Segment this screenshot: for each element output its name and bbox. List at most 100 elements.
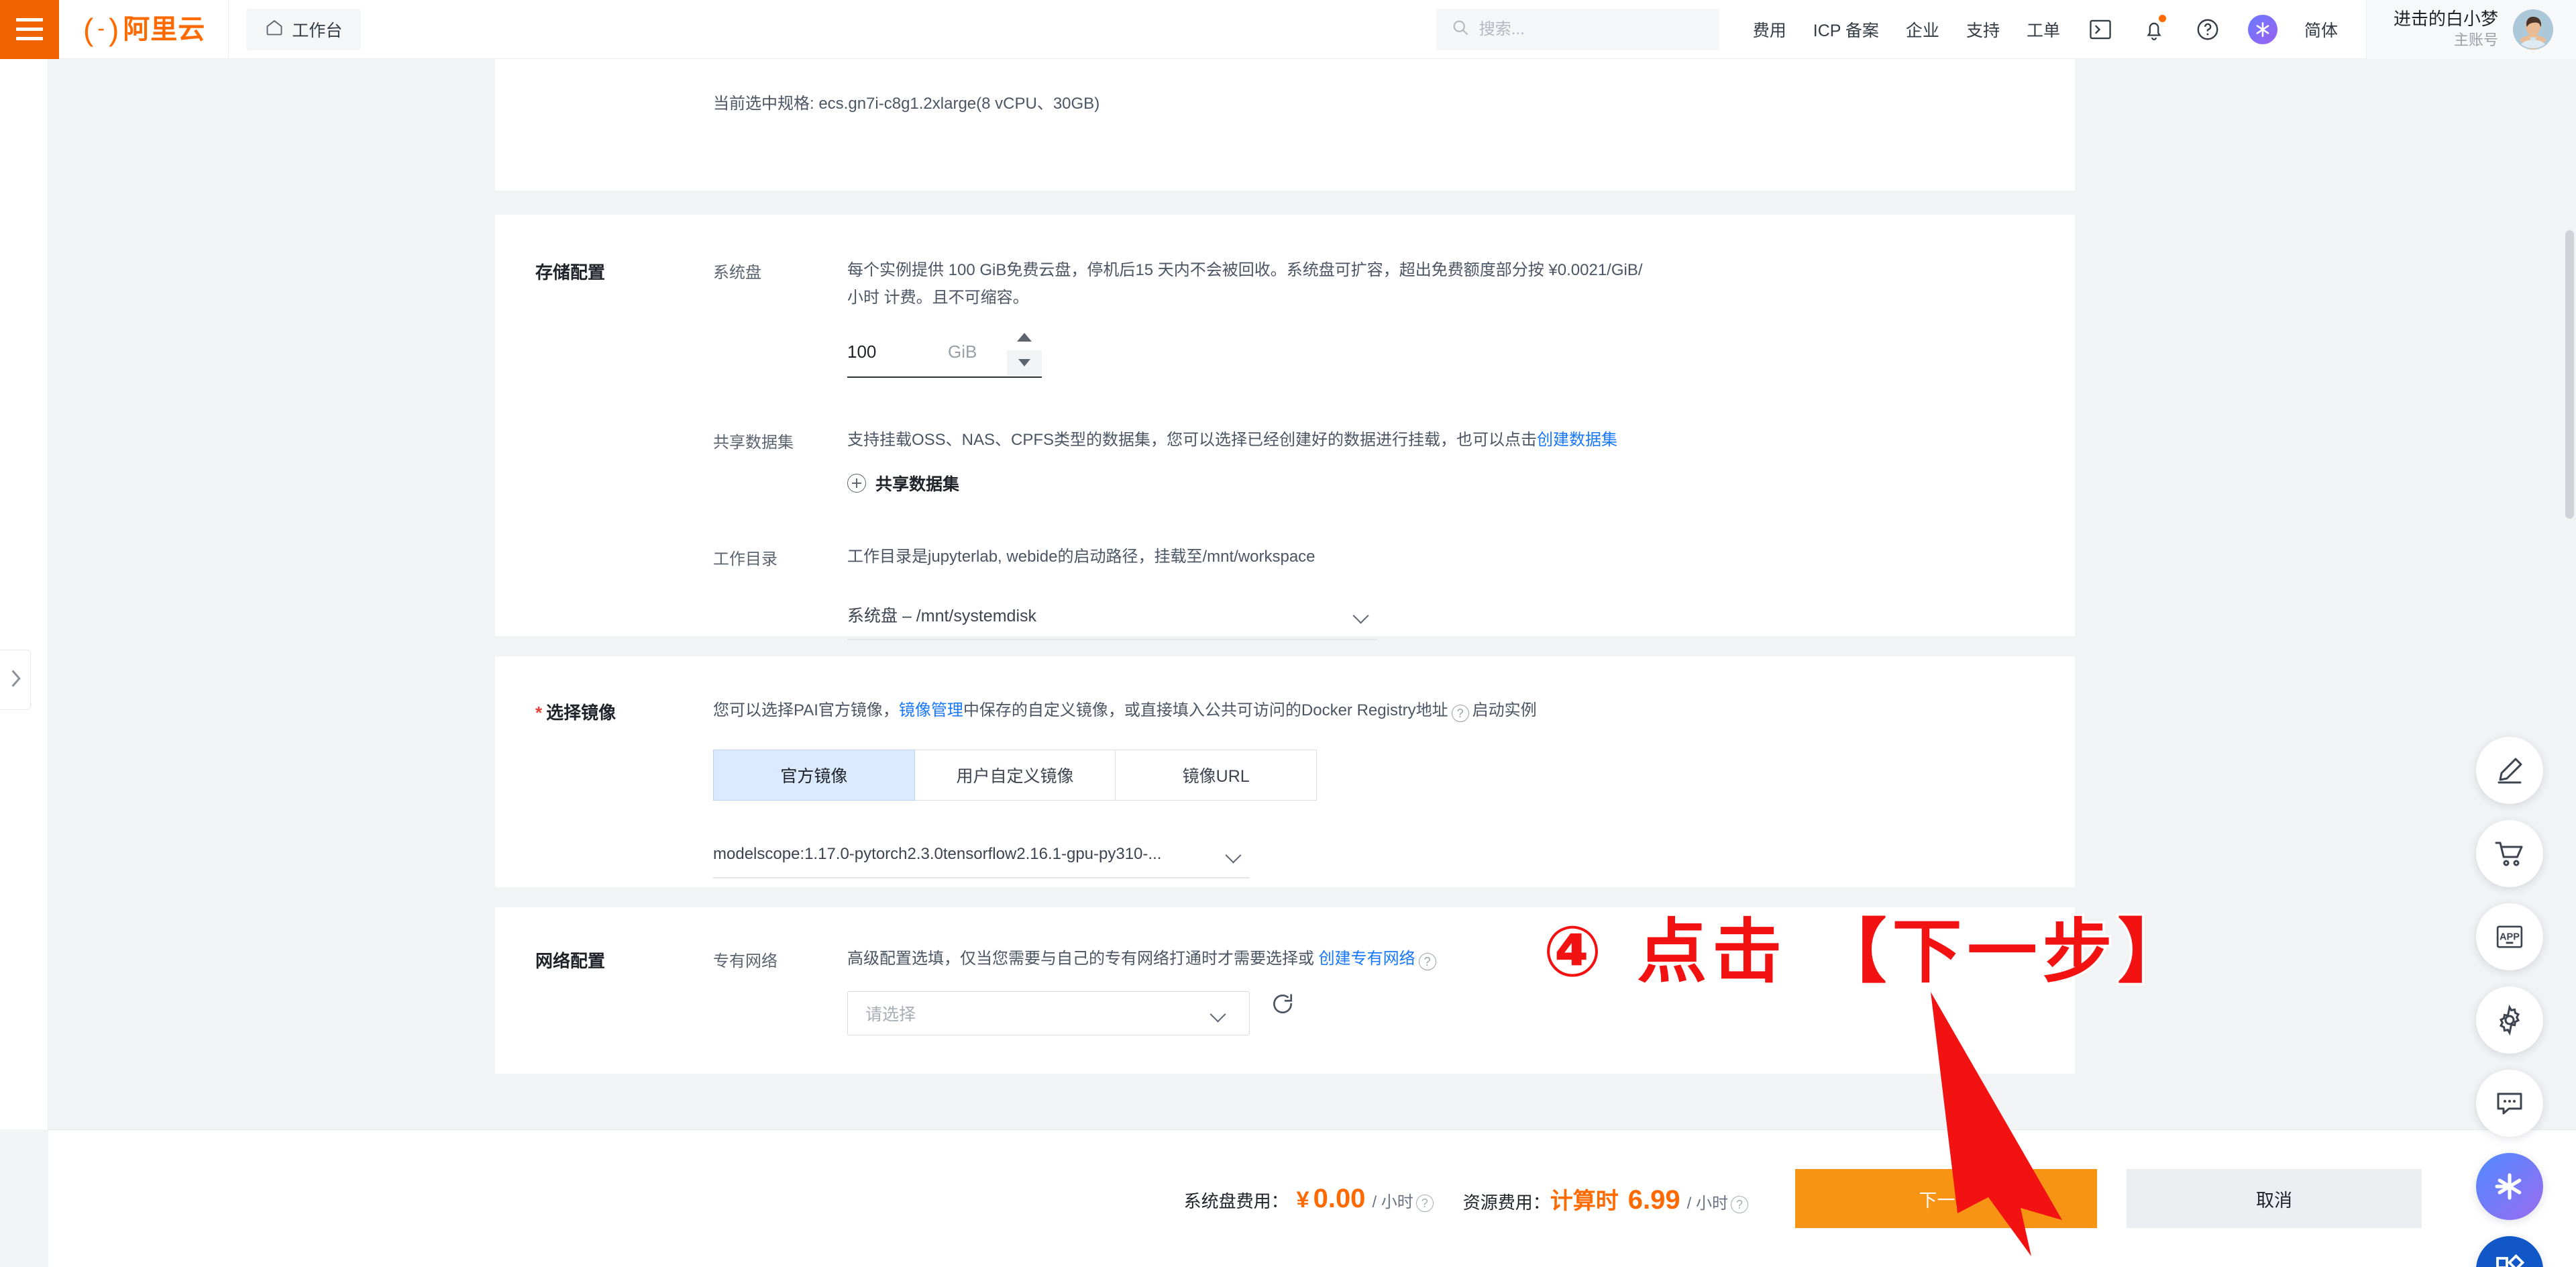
refresh-icon[interactable]	[1270, 991, 1297, 1017]
system-disk-size-stepper[interactable]: GiB	[847, 328, 1042, 378]
create-dataset-link[interactable]: 创建数据集	[1537, 431, 1617, 449]
system-disk-size-input[interactable]	[847, 342, 948, 362]
create-vpc-link[interactable]: 创建专有网络	[1319, 950, 1415, 968]
vpc-help-icon[interactable]: ?	[1419, 953, 1436, 970]
content-scroll-area: 当前选中规格: ecs.gn7i-c8g1.2xlarge(8 vCPU、30G…	[48, 59, 2576, 1129]
header-nav: 费用 ICP 备案 企业 支持 工单	[1753, 17, 2060, 42]
search-input[interactable]	[1479, 20, 1705, 39]
nav-item-enterprise[interactable]: 企业	[1906, 17, 1939, 42]
field-system-disk: 系统盘 每个实例提供 100 GiB免费云盘，停机后15 天内不会被回收。系统盘…	[713, 256, 2075, 378]
work-dir-select[interactable]: 系统盘 – /mnt/systemdisk	[847, 591, 1377, 640]
vpc-desc: 高级配置选填，仅当您需要与自己的专有网络打通时才需要选择或 创建专有网络?	[847, 945, 1974, 972]
network-section-title: 网络配置	[495, 945, 713, 1035]
shared-dataset-desc-text: 支持挂载OSS、NAS、CPFS类型的数据集，您可以选择已经创建好的数据进行挂载…	[847, 431, 1537, 449]
scrollbar-thumb[interactable]	[2565, 230, 2574, 519]
field-vpc: 专有网络 高级配置选填，仅当您需要与自己的专有网络打通时才需要选择或 创建专有网…	[713, 945, 2075, 1035]
pencil-icon[interactable]	[2476, 737, 2543, 804]
image-desc-part3: 启动实例	[1472, 701, 1537, 719]
system-disk-desc-line1: 每个实例提供 100 GiB免费云盘，停机后15 天内不会被回收。系统盘可扩容，…	[847, 256, 1699, 284]
vpc-desc-text: 高级配置选填，仅当您需要与自己的专有网络打通时才需要选择或	[847, 950, 1314, 968]
image-desc-part2: 中保存的自定义镜像，或直接填入公共可访问的Docker Registry地址	[963, 701, 1448, 719]
image-management-link[interactable]: 镜像管理	[899, 701, 963, 719]
hamburger-menu-icon[interactable]	[0, 0, 59, 59]
workbench-button[interactable]: 工作台	[246, 9, 361, 50]
shared-dataset-desc: 支持挂载OSS、NAS、CPFS类型的数据集，您可以选择已经创建好的数据进行挂载…	[847, 426, 1894, 454]
work-dir-label: 工作目录	[713, 543, 847, 640]
nav-item-fee[interactable]: 费用	[1753, 17, 1786, 42]
language-switcher[interactable]: 简体	[2304, 17, 2338, 42]
system-disk-unit: GiB	[948, 342, 977, 362]
grid-icon[interactable]	[2476, 1236, 2543, 1267]
resource-fee-help-icon[interactable]: ?	[1731, 1196, 1748, 1213]
ai-star-icon[interactable]	[2476, 1153, 2543, 1220]
user-account[interactable]: 进击的白小梦 主账号	[2366, 0, 2576, 59]
work-dir-selected-value: 系统盘 – /mnt/systemdisk	[847, 603, 1036, 627]
header-icon-group	[2087, 15, 2277, 44]
cancel-button[interactable]: 取消	[2127, 1169, 2422, 1228]
help-icon[interactable]	[2194, 16, 2221, 43]
work-dir-desc: 工作目录是jupyterlab, webide的启动路径，挂载至/mnt/wor…	[847, 543, 1699, 570]
tab-official-image[interactable]: 官方镜像	[713, 750, 915, 801]
chat-icon[interactable]	[2476, 1070, 2543, 1137]
nav-item-icp[interactable]: ICP 备案	[1813, 17, 1879, 42]
field-work-dir: 工作目录 工作目录是jupyterlab, webide的启动路径，挂载至/mn…	[713, 543, 2075, 640]
system-disk-desc-line2: 小时 计费。且不可缩容。	[847, 284, 1699, 311]
logo-paren-right: )	[109, 14, 119, 45]
system-disk-fee-unit: / 小时	[1372, 1188, 1413, 1212]
search-icon	[1451, 18, 1470, 40]
resource-fee: 资源费用： 计算时 6.99 / 小时 ?	[1463, 1182, 1748, 1215]
image-section-title-text: 选择镜像	[546, 703, 616, 723]
hamburger-bar	[16, 37, 43, 40]
logo-text: 阿里云	[123, 16, 205, 43]
chevron-down-icon	[1210, 1008, 1229, 1019]
spec-section-title	[495, 90, 713, 117]
search-box[interactable]	[1436, 9, 1719, 50]
image-selected-value: modelscope:1.17.0-pytorch2.3.0tensorflow…	[713, 845, 1161, 864]
system-disk-fee-help-icon[interactable]: ?	[1416, 1195, 1434, 1212]
svg-text:APP: APP	[2500, 931, 2520, 942]
help-tooltip-icon[interactable]: ?	[1452, 705, 1469, 722]
storage-card: 存储配置 系统盘 每个实例提供 100 GiB免费云盘，停机后15 天内不会被回…	[495, 215, 2075, 636]
app-icon[interactable]: APP	[2476, 903, 2543, 970]
image-desc-part1: 您可以选择PAI官方镜像，	[713, 701, 899, 719]
avatar[interactable]	[2513, 9, 2553, 50]
currency-symbol: ¥	[1297, 1187, 1309, 1213]
stepper-increment-button[interactable]	[1007, 325, 1042, 350]
tab-image-url[interactable]: 镜像URL	[1116, 750, 1317, 801]
app-root: ( - ) 阿里云 工作台 费用	[0, 0, 2576, 1267]
system-disk-fee-label: 系统盘费用：	[1184, 1188, 1289, 1213]
nav-item-ticket[interactable]: 工单	[2027, 17, 2060, 42]
add-shared-dataset-label: 共享数据集	[875, 471, 959, 495]
spec-card: 当前选中规格: ecs.gn7i-c8g1.2xlarge(8 vCPU、30G…	[495, 59, 2075, 191]
console-icon[interactable]	[2087, 16, 2114, 43]
vpc-select[interactable]: 请选择	[847, 991, 1250, 1035]
image-select[interactable]: modelscope:1.17.0-pytorch2.3.0tensorflow…	[713, 831, 1250, 878]
aliyun-logo[interactable]: ( - ) 阿里云	[59, 0, 228, 59]
image-source-tabs: 官方镜像 用户自定义镜像 镜像URL	[713, 750, 1317, 801]
user-name: 进击的白小梦	[2394, 8, 2498, 30]
page-body: 当前选中规格: ecs.gn7i-c8g1.2xlarge(8 vCPU、30G…	[0, 59, 2576, 1267]
system-disk-label: 系统盘	[713, 256, 847, 378]
workbench-label: 工作台	[292, 17, 342, 42]
bell-icon[interactable]	[2141, 16, 2167, 43]
add-shared-dataset-button[interactable]: 共享数据集	[847, 471, 959, 495]
resource-fee-unit: / 小时	[1687, 1190, 1728, 1213]
resource-fee-tag: 计算时	[1550, 1182, 1619, 1215]
image-section-title: *选择镜像	[495, 697, 713, 878]
top-header: ( - ) 阿里云 工作台 费用	[0, 0, 2576, 59]
vpc-label: 专有网络	[713, 945, 847, 1035]
triangle-down-icon	[1018, 359, 1030, 366]
gear-icon[interactable]	[2476, 986, 2543, 1054]
chevron-right-icon	[8, 668, 23, 693]
footer-action-bar: 系统盘费用： ¥ 0.00 / 小时 ? 资源费用： 计算时 6.99 / 小时…	[48, 1129, 2576, 1267]
chevron-down-icon	[1353, 609, 1372, 620]
sidebar-expand-button[interactable]	[0, 650, 31, 710]
stepper-decrement-button[interactable]	[1007, 350, 1042, 376]
storage-section-title: 存储配置	[495, 256, 713, 640]
tab-custom-image[interactable]: 用户自定义镜像	[915, 750, 1116, 801]
nav-item-support[interactable]: 支持	[1966, 17, 2000, 42]
next-step-button[interactable]: 下一步	[1795, 1169, 2097, 1228]
ai-assistant-icon[interactable]	[2248, 15, 2277, 44]
cart-icon[interactable]	[2476, 820, 2543, 887]
scrollbar-track[interactable]	[2564, 59, 2576, 1129]
